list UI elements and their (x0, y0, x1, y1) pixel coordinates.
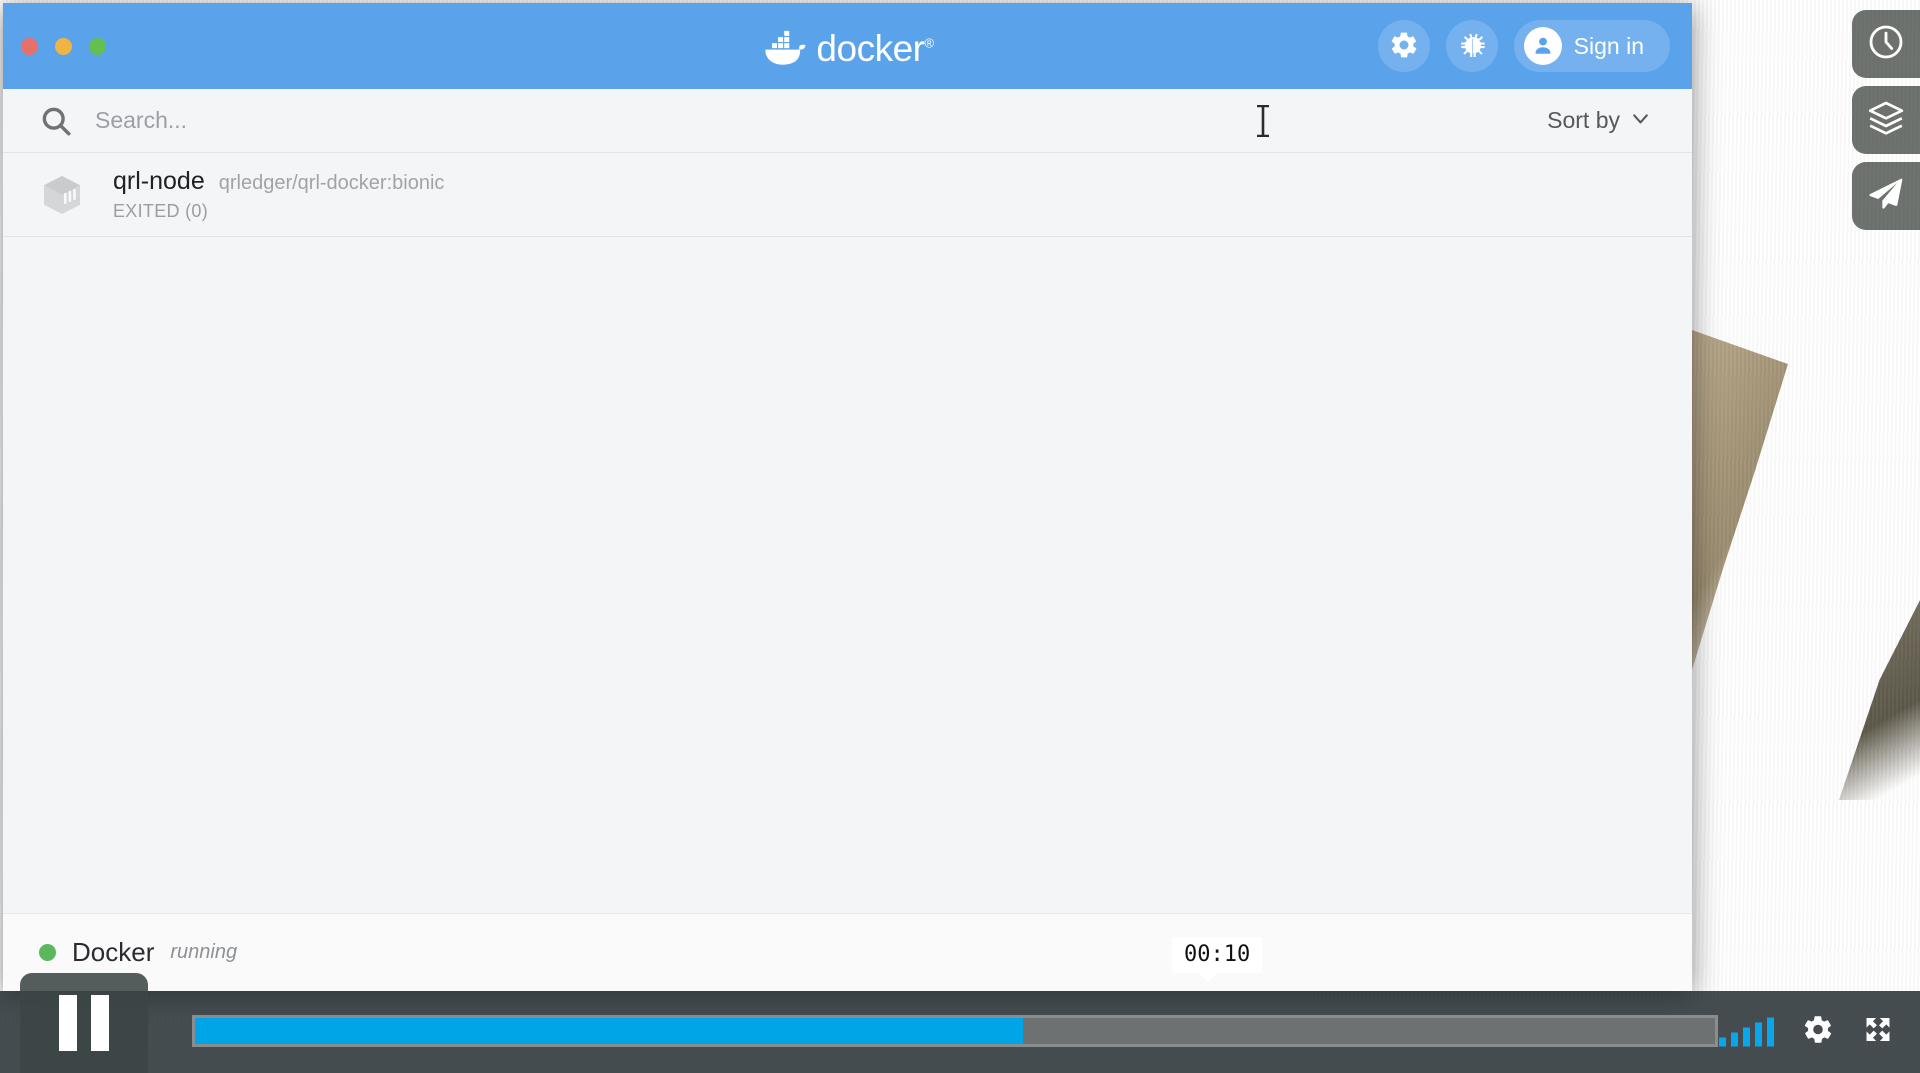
titlebar-actions: Sign in (1377, 20, 1670, 72)
bug-icon (1457, 30, 1487, 63)
window-controls (21, 37, 106, 55)
container-row-title: qrl-node qrledger/qrl-docker:bionic (113, 167, 444, 196)
sort-by-label: Sort by (1547, 107, 1620, 133)
person-icon (1523, 27, 1562, 65)
video-progress-bar[interactable] (192, 1015, 1718, 1047)
volume-bars-icon[interactable] (1719, 1017, 1774, 1046)
fullscreen-button[interactable] (1862, 1014, 1894, 1051)
edge-dock-item-history[interactable] (1852, 10, 1920, 78)
container-row-text: qrl-node qrledger/qrl-docker:bionic EXIT… (113, 167, 444, 222)
container-image: qrledger/qrl-docker:bionic (218, 172, 445, 194)
edge-dock-item-layers[interactable] (1852, 86, 1920, 154)
docker-whale-logo-icon (761, 27, 807, 65)
container-box-icon (39, 172, 85, 218)
container-list: qrl-node qrledger/qrl-docker:bionic EXIT… (3, 153, 1692, 237)
container-state: EXITED (0) (113, 201, 209, 221)
search-icon (39, 104, 73, 138)
maximize-button[interactable] (89, 37, 106, 55)
container-name: qrl-node (113, 167, 205, 195)
window-titlebar: docker® Sign in (3, 3, 1692, 89)
layers-icon (1866, 98, 1906, 143)
edge-dock-item-send[interactable] (1852, 162, 1920, 230)
player-right-controls (1719, 1014, 1894, 1051)
paper-plane-icon (1866, 174, 1906, 219)
edge-dock (1852, 10, 1920, 230)
table-row[interactable]: qrl-node qrledger/qrl-docker:bionic EXIT… (3, 153, 1692, 237)
status-engine-name: Docker (72, 937, 155, 967)
status-bar: Docker running (3, 913, 1692, 991)
settings-button[interactable] (1377, 20, 1430, 72)
video-time-tooltip: 00:10 (1172, 937, 1263, 982)
sign-in-button[interactable]: Sign in (1513, 20, 1670, 72)
fullscreen-icon (1862, 1014, 1894, 1051)
troubleshoot-button[interactable] (1445, 20, 1498, 72)
docker-brand: docker® (761, 27, 934, 69)
container-list-empty-area (3, 237, 1692, 913)
pause-button[interactable] (20, 973, 148, 1073)
status-indicator-dot (39, 944, 56, 961)
search-input[interactable] (95, 107, 1548, 134)
gear-icon (1802, 1014, 1834, 1051)
video-progress-fill (195, 1018, 1024, 1044)
status-engine-state: running (170, 941, 238, 963)
pause-icon (59, 995, 109, 1051)
docker-desktop-window: docker® Sign in Search... Sort by qrl-no… (3, 3, 1692, 991)
clock-icon (1866, 22, 1906, 67)
player-settings-button[interactable] (1802, 1014, 1834, 1051)
minimize-button[interactable] (55, 37, 72, 55)
close-button[interactable] (21, 37, 38, 55)
sign-in-label: Sign in (1573, 32, 1644, 59)
docker-wordmark: docker® (816, 27, 934, 69)
video-player-controls: 00:10 (0, 937, 1920, 1073)
wallpaper-cliff-lower (1692, 330, 1788, 670)
search-toolbar: Sort by (3, 89, 1692, 153)
sort-by-dropdown[interactable]: Sort by (1547, 107, 1650, 134)
chevron-down-icon (1631, 107, 1650, 134)
gear-icon (1389, 30, 1419, 63)
wallpaper-rock (1839, 600, 1920, 800)
